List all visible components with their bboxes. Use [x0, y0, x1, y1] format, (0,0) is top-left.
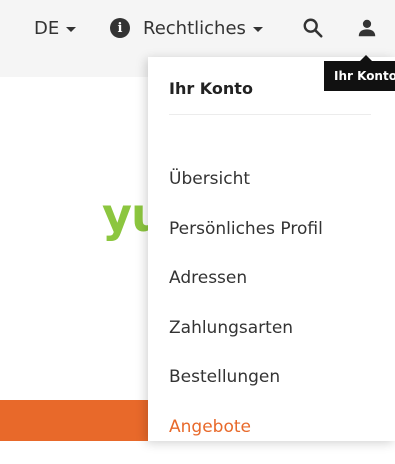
menu-item-payment-methods[interactable]: Zahlungsarten — [169, 316, 323, 366]
legal-label: Rechtliches — [143, 18, 246, 39]
legal-menu[interactable]: i Rechtliches — [110, 14, 263, 42]
account-tooltip: Ihr Konto — [324, 61, 395, 91]
menu-item-orders[interactable]: Bestellungen — [169, 365, 323, 415]
search-icon — [302, 17, 324, 39]
account-menu-list: Übersicht Persönliches Profil Adressen Z… — [169, 167, 323, 464]
caret-down-icon — [253, 27, 263, 32]
menu-item-overview[interactable]: Übersicht — [169, 167, 323, 217]
info-icon: i — [110, 18, 130, 38]
menu-item-addresses[interactable]: Adressen — [169, 266, 323, 316]
search-button[interactable] — [302, 15, 328, 41]
language-selector[interactable]: DE — [34, 14, 76, 42]
divider — [169, 114, 371, 115]
orange-banner — [0, 400, 160, 441]
menu-item-offers[interactable]: Angebote — [169, 415, 323, 464]
menu-item-personal-profile[interactable]: Persönliches Profil — [169, 217, 323, 267]
user-icon — [356, 17, 378, 39]
account-dropdown-menu: Ihr Konto Übersicht Persönliches Profil … — [148, 57, 395, 441]
language-label: DE — [34, 18, 59, 39]
caret-down-icon — [66, 27, 76, 32]
account-menu-heading: Ihr Konto — [169, 79, 253, 98]
account-button[interactable] — [356, 15, 382, 41]
